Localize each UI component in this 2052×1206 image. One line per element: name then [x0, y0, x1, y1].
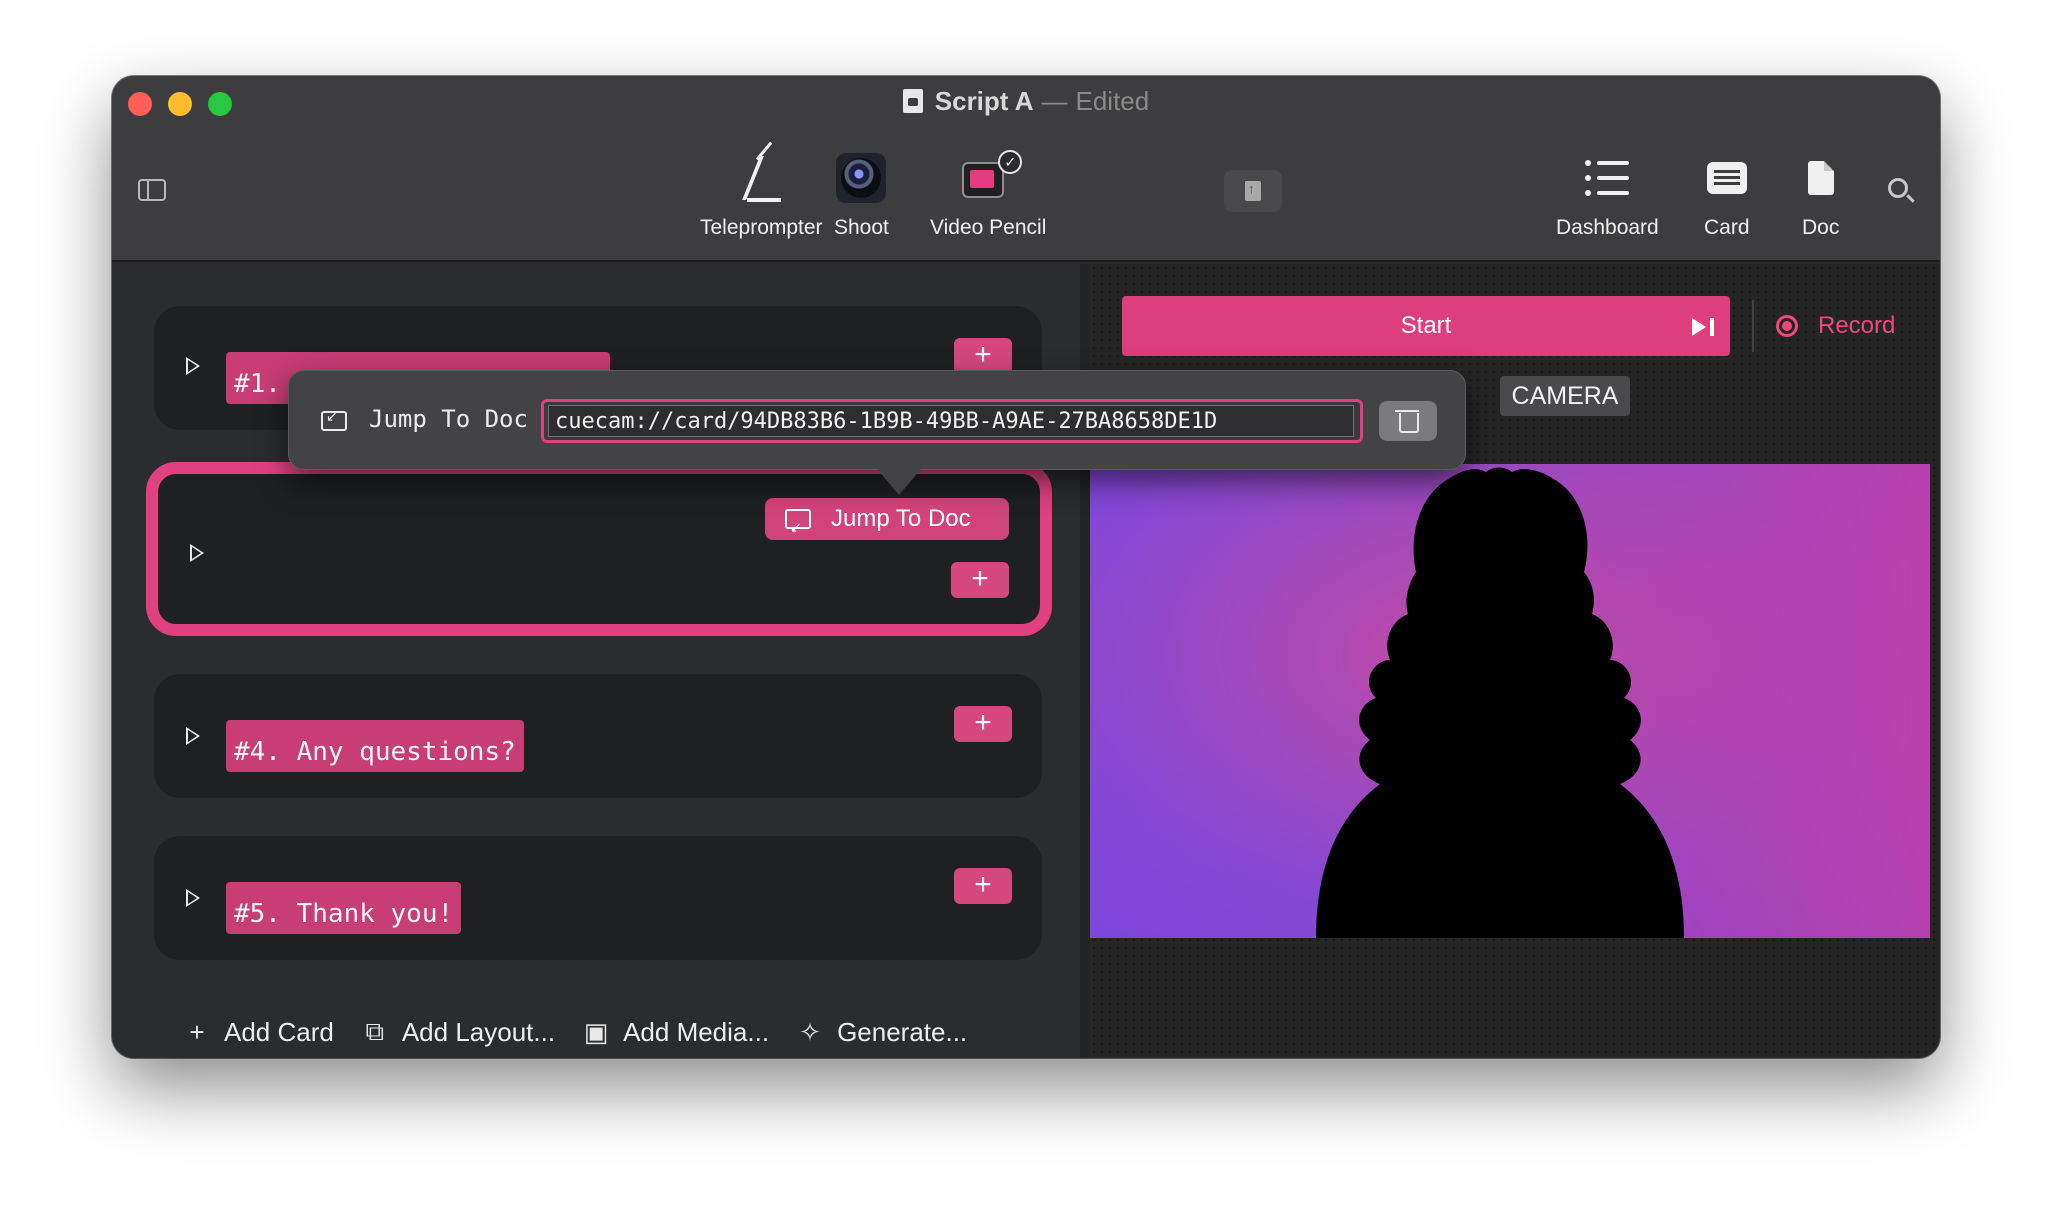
start-button[interactable]: Start — [1122, 296, 1730, 356]
card-title: #5. Thank you! — [226, 882, 462, 934]
jump-to-doc-popover: Jump To Doc — [288, 370, 1466, 495]
jump-to-doc-button[interactable]: Jump To Doc — [765, 498, 1009, 548]
search-icon[interactable] — [1888, 178, 1908, 198]
video-pencil-icon: ✓ — [962, 150, 1023, 204]
play-icon[interactable] — [186, 357, 200, 375]
title-status: Edited — [1075, 86, 1150, 116]
url-input[interactable] — [548, 405, 1354, 437]
add-content-button[interactable]: + — [954, 338, 1012, 374]
export-doc-button[interactable] — [1224, 170, 1282, 212]
card-view-button[interactable]: Card — [1704, 146, 1750, 240]
doc-icon — [1807, 161, 1834, 195]
camera-lens-icon — [836, 153, 887, 203]
jump-icon — [785, 506, 811, 548]
separator — [1752, 300, 1754, 352]
video-pencil-label: Video Pencil — [930, 216, 1047, 239]
plus-icon: + — [189, 1016, 205, 1047]
card-icon — [1706, 162, 1747, 194]
title-text: Script A — [934, 86, 1034, 116]
start-label: Start — [1400, 312, 1452, 339]
add-card-button[interactable]: + Add Card — [182, 1016, 334, 1048]
doc-view-button[interactable]: Doc — [1802, 146, 1839, 240]
toolbar: Script A — Edited Teleprompter Shoot ✓ Vid… — [112, 76, 1940, 262]
add-content-button[interactable]: + — [954, 706, 1012, 742]
add-layout-button[interactable]: ⧉ Add Layout... — [360, 1016, 556, 1048]
play-icon[interactable] — [186, 727, 200, 745]
teleprompter-icon — [741, 141, 782, 202]
add-content-button[interactable]: + — [954, 868, 1012, 904]
teleprompter-label: Teleprompter — [700, 216, 823, 239]
card-title: #4. Any questions? — [226, 720, 524, 772]
doc-label: Doc — [1802, 216, 1840, 239]
record-icon — [1776, 315, 1798, 337]
window-title: Script A — Edited — [112, 86, 1940, 117]
generate-label: Generate... — [837, 1016, 968, 1047]
record-label: Record — [1818, 312, 1896, 339]
card-item-5[interactable]: #5. Thank you! + — [154, 836, 1042, 960]
camera-tag: CAMERA — [1500, 376, 1630, 416]
add-content-button[interactable]: + — [951, 562, 1009, 598]
add-media-label: Add Media... — [623, 1016, 770, 1047]
doc-upload-icon — [1245, 181, 1261, 201]
layout-icon: ⧉ — [365, 1016, 385, 1046]
card-item-4[interactable]: #4. Any questions? + — [154, 674, 1042, 798]
play-icon[interactable] — [186, 889, 200, 907]
play-next-icon — [1692, 318, 1714, 336]
teleprompter-button[interactable]: Teleprompter — [700, 141, 823, 240]
url-field[interactable] — [541, 399, 1363, 443]
media-icon: ▣ — [583, 1016, 609, 1047]
trash-icon[interactable] — [1379, 401, 1437, 441]
dashboard-button[interactable]: Dashboard — [1556, 146, 1659, 240]
dashboard-label: Dashboard — [1556, 216, 1659, 239]
video-pencil-button[interactable]: ✓ Video Pencil — [930, 146, 1046, 240]
shoot-label: Shoot — [834, 216, 889, 239]
shoot-button[interactable]: Shoot — [834, 146, 889, 240]
checkmark-icon: ✓ — [998, 150, 1023, 174]
list-icon — [1585, 160, 1630, 196]
popover-arrow — [877, 469, 921, 495]
card-label: Card — [1704, 216, 1750, 239]
camera-preview — [1090, 464, 1930, 938]
person-silhouette — [1316, 467, 1684, 938]
popover-label: Jump To Doc — [369, 405, 528, 433]
play-icon[interactable] — [190, 544, 204, 562]
add-card-label: Add Card — [224, 1016, 334, 1047]
record-button[interactable]: Record — [1776, 296, 1895, 356]
title-separator: — — [1041, 86, 1068, 116]
bottom-actions: + Add Card ⧉ Add Layout... ▣ Add Media... ✧… — [182, 1012, 967, 1052]
add-media-button[interactable]: ▣ Add Media... — [581, 1017, 769, 1048]
jump-to-doc-label: Jump To Doc — [831, 505, 971, 532]
jump-icon — [321, 408, 347, 431]
document-icon — [902, 89, 923, 113]
add-layout-label: Add Layout... — [401, 1016, 556, 1047]
app-window: Script A — Edited Teleprompter Shoot ✓ Vid… — [112, 76, 1940, 1058]
sidebar-icon[interactable] — [138, 179, 166, 201]
sparkle-icon: ✧ — [799, 1016, 821, 1047]
generate-button[interactable]: ✧ Generate... — [795, 1017, 967, 1048]
